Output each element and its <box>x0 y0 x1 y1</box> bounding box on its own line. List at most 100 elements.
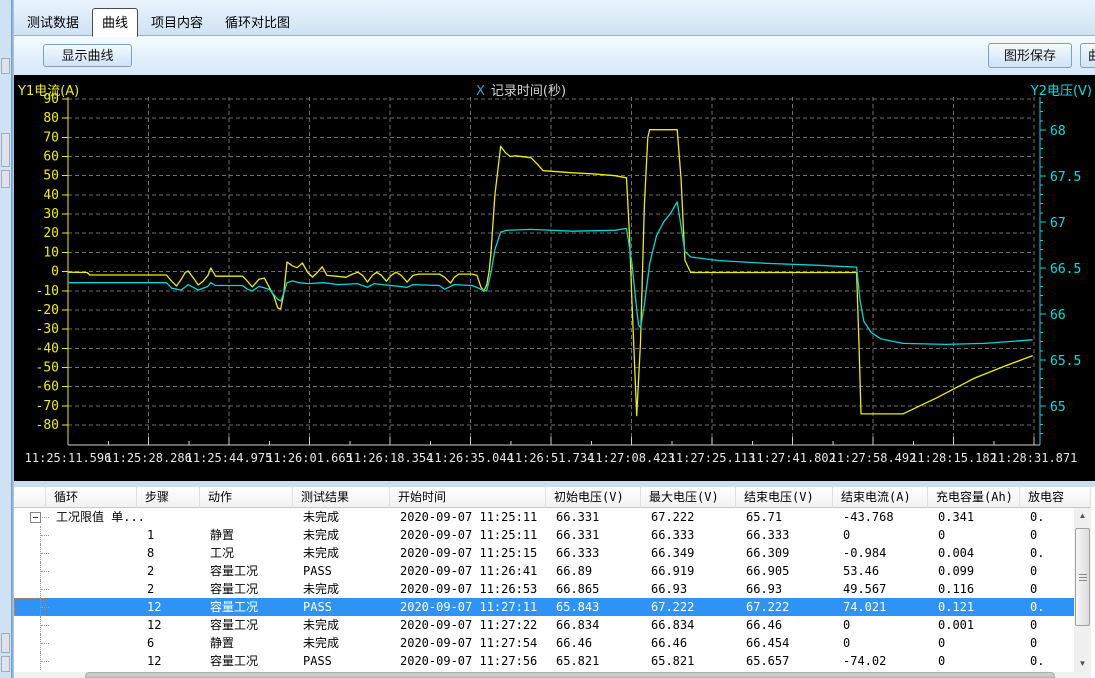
y1-tick-label: 0 <box>51 265 59 280</box>
cell-1 <box>46 562 137 580</box>
cell-8: 65.71 <box>736 508 833 526</box>
cell-1 <box>46 616 137 634</box>
table-body: 工况限值 单...未完成2020-09-07 11:25:1166.33167.… <box>14 508 1074 672</box>
x-tick-label: 11:26:01.665 <box>266 451 353 465</box>
cell-3: 容量工况 <box>200 598 293 616</box>
tree-cell <box>14 598 46 616</box>
column-header-1[interactable]: 循环 <box>46 487 137 508</box>
x-axis-title-prefix: X <box>476 84 485 99</box>
column-header-7[interactable]: 最大电压(V) <box>641 487 736 508</box>
cell-7: 67.222 <box>641 508 736 526</box>
column-header-2[interactable]: 步骤 <box>137 487 200 508</box>
horizontal-scrollbar-thumb[interactable] <box>85 672 1055 678</box>
column-header-0[interactable] <box>14 487 46 508</box>
cell-1 <box>46 526 137 544</box>
table-row[interactable]: 12容量工况PASS2020-09-07 11:27:1165.84367.22… <box>14 598 1074 616</box>
x-tick-label: 11:28:15.182 <box>910 451 997 465</box>
y1-tick-label: 10 <box>43 245 59 260</box>
cell-10: 0 <box>928 634 1020 652</box>
cell-2 <box>137 508 200 526</box>
cell-6: 66.89 <box>546 562 641 580</box>
cell-3: 静置 <box>200 526 293 544</box>
cell-1 <box>46 652 137 670</box>
column-header-6[interactable]: 初始电压(V) <box>546 487 641 508</box>
cell-5: 2020-09-07 11:26:41 <box>390 562 546 580</box>
table-row[interactable]: 1静置未完成2020-09-07 11:25:1166.33166.33366.… <box>14 526 1074 544</box>
y2-tick-label: 68 <box>1050 124 1066 139</box>
cell-4: PASS <box>293 562 390 580</box>
tree-cell <box>14 562 46 580</box>
y1-tick-label: 50 <box>43 169 59 184</box>
cell-1: 工况限值 单... <box>46 508 137 526</box>
voltage-curve <box>68 202 1033 345</box>
cell-6: 66.333 <box>546 544 641 562</box>
column-header-5[interactable]: 开始时间 <box>390 487 546 508</box>
horizontal-scrollbar[interactable] <box>14 672 1091 678</box>
scroll-down-arrow-icon[interactable]: ▼ <box>1074 656 1091 672</box>
y2-tick-label: 65 <box>1050 400 1066 415</box>
cell-4: 未完成 <box>293 508 390 526</box>
chart-axes: 9080706050403020100-10-20-30-40-50-60-70… <box>25 92 1082 465</box>
clipped-right-button[interactable]: 曲 <box>1080 43 1095 68</box>
tree-cell <box>14 526 46 544</box>
tab-0[interactable]: 测试数据 <box>18 11 88 35</box>
tree-cell <box>14 580 46 598</box>
cell-7: 66.919 <box>641 562 736 580</box>
cell-1 <box>46 580 137 598</box>
collapse-minus-icon[interactable] <box>30 512 41 523</box>
cell-9: 74.021 <box>833 598 928 616</box>
x-axis-title-text: 记录时间(秒) <box>491 84 566 99</box>
y2-tick-label: 67 <box>1050 216 1066 231</box>
tree-cell <box>14 652 46 670</box>
cell-4: 未完成 <box>293 544 390 562</box>
table-row[interactable]: 12容量工况PASS2020-09-07 11:27:5665.82165.82… <box>14 652 1074 670</box>
column-header-3[interactable]: 动作 <box>200 487 293 508</box>
table-row[interactable]: 6静置未完成2020-09-07 11:27:5466.4666.4666.45… <box>14 634 1074 652</box>
cell-4: PASS <box>293 652 390 670</box>
tab-2[interactable]: 项目内容 <box>142 11 212 35</box>
cell-6: 65.821 <box>546 652 641 670</box>
cell-10: 0.341 <box>928 508 1020 526</box>
cell-5: 2020-09-07 11:27:54 <box>390 634 546 652</box>
column-header-4[interactable]: 测试结果 <box>293 487 390 508</box>
table-row[interactable]: 2容量工况PASS2020-09-07 11:26:4166.8966.9196… <box>14 562 1074 580</box>
column-header-8[interactable]: 结束电压(V) <box>736 487 833 508</box>
scroll-up-arrow-icon[interactable]: ▲ <box>1074 508 1091 524</box>
x-tick-label: 11:25:44.975 <box>186 451 273 465</box>
cell-5: 2020-09-07 11:25:15 <box>390 544 546 562</box>
column-header-9[interactable]: 结束电流(A) <box>833 487 928 508</box>
cell-7: 66.333 <box>641 526 736 544</box>
table-row[interactable]: 8工况未完成2020-09-07 11:25:1566.33366.34966.… <box>14 544 1074 562</box>
show-curve-button[interactable]: 显示曲线 <box>43 44 132 67</box>
cell-10: 0.004 <box>928 544 1020 562</box>
y2-tick-label: 66.5 <box>1050 262 1081 277</box>
cell-9: -43.768 <box>833 508 928 526</box>
cell-6: 66.46 <box>546 634 641 652</box>
tab-1[interactable]: 曲线 <box>92 8 138 37</box>
step-result-table: 循环步骤动作测试结果开始时间初始电压(V)最大电压(V)结束电压(V)结束电流(… <box>14 487 1095 678</box>
cell-5: 2020-09-07 11:27:56 <box>390 652 546 670</box>
cell-7: 66.93 <box>641 580 736 598</box>
y1-tick-label: -40 <box>36 341 59 356</box>
tab-3[interactable]: 循环对比图 <box>216 11 299 35</box>
x-tick-label: 11:27:25.113 <box>669 451 756 465</box>
cell-6: 66.331 <box>546 508 641 526</box>
column-header-11[interactable]: 放电容 <box>1020 487 1091 508</box>
table-row[interactable]: 2容量工况未完成2020-09-07 11:26:5366.86566.9366… <box>14 580 1074 598</box>
cell-3: 静置 <box>200 634 293 652</box>
column-header-10[interactable]: 充电容量(Ah) <box>928 487 1020 508</box>
cell-10: 0 <box>928 652 1020 670</box>
cell-7: 66.46 <box>641 634 736 652</box>
y1-tick-label: 70 <box>43 130 59 145</box>
vertical-scrollbar-thumb[interactable] <box>1075 528 1090 626</box>
table-row[interactable]: 工况限值 单...未完成2020-09-07 11:25:1166.33167.… <box>14 508 1074 526</box>
vertical-scrollbar[interactable]: ▲ ▼ <box>1074 508 1091 672</box>
cell-9: -0.984 <box>833 544 928 562</box>
table-row[interactable]: 12容量工况未完成2020-09-07 11:27:2266.83466.834… <box>14 616 1074 634</box>
cell-7: 67.222 <box>641 598 736 616</box>
save-graph-button[interactable]: 图形保存 <box>988 43 1072 68</box>
y1-tick-label: 30 <box>43 207 59 222</box>
cell-11: 0 <box>1020 634 1074 652</box>
cell-8: 65.657 <box>736 652 833 670</box>
cell-6: 66.331 <box>546 526 641 544</box>
